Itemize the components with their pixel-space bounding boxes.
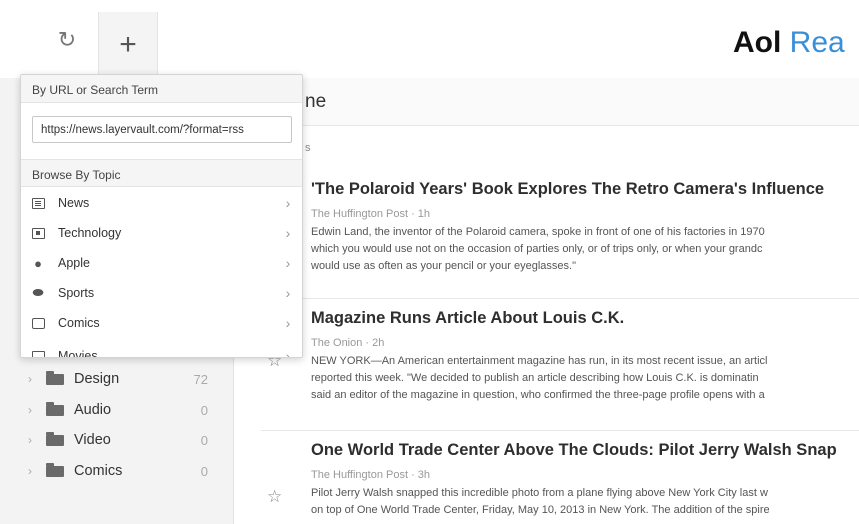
page-title: ne (305, 91, 327, 112)
url-section-header: By URL or Search Term (21, 75, 302, 103)
topic-label: Sports (58, 286, 95, 300)
chevron-right-icon[interactable]: › (28, 433, 42, 447)
topic-movies[interactable]: Movies › (21, 341, 302, 358)
newspaper-icon (31, 197, 45, 209)
summary-line: on top of One World Trade Center, Friday… (311, 504, 770, 516)
summary-line: Edwin Land, the inventor of the Polaroid… (311, 226, 765, 238)
sidebar-folder-design[interactable]: › Design 72 (0, 364, 234, 394)
topic-comics[interactable]: Comics › (21, 308, 302, 338)
article-meta: The Onion · 2h (311, 337, 385, 349)
main-header: ne (235, 78, 859, 126)
apple-icon: ● (34, 255, 42, 271)
article-title[interactable]: One World Trade Center Above The Clouds:… (311, 441, 837, 460)
folder-name: Video (74, 432, 111, 448)
top-bar: ↻ + Aol Rea (0, 0, 859, 78)
topic-label: News (58, 196, 90, 210)
refresh-button[interactable]: ↻ (40, 12, 94, 68)
folder-count: 0 (200, 463, 208, 479)
topic-apple[interactable]: ● Apple › (21, 248, 302, 278)
folder-count: 0 (200, 402, 208, 418)
chevron-right-icon: › (285, 348, 291, 358)
sidebar-folder-comics[interactable]: › Comics 0 (0, 456, 234, 486)
folder-icon (46, 401, 64, 416)
chip-icon (31, 227, 45, 239)
summary-line: reported this week. "We decided to publi… (311, 372, 759, 384)
topic-technology[interactable]: Technology › (21, 218, 302, 248)
logo-aol: Aol (733, 26, 782, 59)
chevron-right-icon: › (285, 315, 291, 331)
sub-header-text: s (305, 142, 311, 154)
app-logo[interactable]: Aol Rea (733, 26, 845, 60)
article-summary: Edwin Land, the inventor of the Polaroid… (311, 224, 859, 275)
logo-reader: Rea (789, 26, 845, 59)
article-summary: NEW YORK—An American entertainment magaz… (311, 353, 859, 404)
add-feed-popover: By URL or Search Term Browse By Topic Ne… (20, 74, 303, 358)
article-title[interactable]: 'The Polaroid Years' Book Explores The R… (311, 180, 824, 199)
film-icon (31, 350, 45, 357)
plus-icon: + (119, 28, 137, 61)
chevron-right-icon: › (285, 195, 291, 211)
chevron-right-icon[interactable]: › (28, 403, 42, 417)
chevron-right-icon[interactable]: › (28, 464, 42, 478)
topic-label: Comics (58, 316, 100, 330)
add-feed-button[interactable]: + (98, 12, 158, 78)
article-item[interactable]: ☆ Magazine Runs Article About Louis C.K.… (261, 298, 859, 430)
folder-icon (46, 431, 64, 446)
main-content: ne s 'The Polaroid Years' Book Explores … (235, 78, 859, 524)
football-icon: ⬬ (32, 285, 44, 300)
topic-label: Apple (58, 256, 90, 270)
folder-name: Comics (74, 463, 123, 479)
sidebar-folder-video[interactable]: › Video 0 (0, 425, 234, 455)
folder-icon (46, 370, 64, 385)
browse-section-label: Browse By Topic (32, 168, 121, 182)
url-search-input[interactable] (32, 116, 292, 143)
refresh-icon: ↻ (57, 27, 77, 52)
folder-name: Audio (74, 402, 112, 418)
article-item[interactable]: ☆ One World Trade Center Above The Cloud… (261, 430, 859, 524)
topic-sports[interactable]: ⬬ Sports › (21, 278, 302, 308)
browse-section-header: Browse By Topic (21, 159, 302, 187)
article-item[interactable]: 'The Polaroid Years' Book Explores The R… (261, 170, 859, 298)
sub-header: s (235, 126, 859, 166)
summary-line: which you would use not on the occasion … (311, 243, 763, 255)
topic-label: Technology (58, 226, 122, 240)
url-section-label: By URL or Search Term (32, 83, 159, 97)
summary-line: said an editor of the magazine in questi… (311, 389, 765, 401)
folder-icon (46, 462, 64, 477)
folder-name: Design (74, 371, 120, 387)
article-summary: Pilot Jerry Walsh snapped this incredibl… (311, 485, 859, 519)
folder-count: 0 (200, 432, 208, 448)
star-icon[interactable]: ☆ (267, 487, 282, 507)
summary-line: NEW YORK—An American entertainment magaz… (311, 355, 768, 367)
article-title[interactable]: Magazine Runs Article About Louis C.K. (311, 309, 624, 328)
folder-count: 72 (193, 371, 208, 387)
sidebar-folder-audio[interactable]: › Audio 0 (0, 395, 234, 425)
topic-news[interactable]: News › (21, 188, 302, 218)
chevron-right-icon: › (285, 225, 291, 241)
topic-label: Movies (58, 349, 98, 358)
article-meta: The Huffington Post · 3h (311, 469, 431, 481)
speech-bubble-icon (31, 317, 45, 329)
summary-line: would use as often as your pencil or you… (311, 260, 576, 272)
summary-line: Pilot Jerry Walsh snapped this incredibl… (311, 487, 768, 499)
article-meta: The Huffington Post · 1h (311, 208, 431, 220)
chevron-right-icon: › (285, 255, 291, 271)
chevron-right-icon[interactable]: › (28, 372, 42, 386)
chevron-right-icon: › (285, 285, 291, 301)
